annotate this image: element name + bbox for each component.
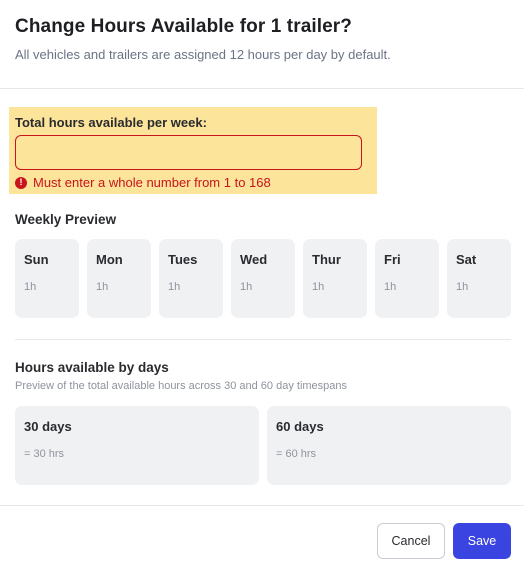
dialog-header: Change Hours Available for 1 trailer? Al… xyxy=(0,0,524,89)
day-hours: 1h xyxy=(96,281,109,293)
day-card-thur: Thur 1h xyxy=(303,239,367,318)
day-hours: 1h xyxy=(24,281,37,293)
timespan-name: 30 days xyxy=(24,419,72,434)
exclamation-circle-icon: ! xyxy=(15,176,27,189)
day-card-mon: Mon 1h xyxy=(87,239,151,318)
cancel-button[interactable]: Cancel xyxy=(377,523,445,559)
day-card-tues: Tues 1h xyxy=(159,239,223,318)
day-name: Thur xyxy=(312,252,341,267)
day-name: Sun xyxy=(24,252,49,267)
dialog-footer: Cancel Save xyxy=(0,505,524,567)
day-hours: 1h xyxy=(312,281,325,293)
day-name: Mon xyxy=(96,252,123,267)
save-button[interactable]: Save xyxy=(453,523,511,559)
day-card-wed: Wed 1h xyxy=(231,239,295,318)
day-card-sat: Sat 1h xyxy=(447,239,511,318)
hours-by-days-title: Hours available by days xyxy=(15,360,169,375)
hours-field-label: Total hours available per week: xyxy=(15,115,207,130)
dialog-subtitle: All vehicles and trailers are assigned 1… xyxy=(15,47,391,62)
day-hours: 1h xyxy=(384,281,397,293)
timespan-card-60: 60 days = 60 hrs xyxy=(267,406,511,485)
error-message: Must enter a whole number from 1 to 168 xyxy=(33,175,271,190)
hours-field-group: Total hours available per week: ! Must e… xyxy=(9,107,377,194)
timespan-card-30: 30 days = 30 hrs xyxy=(15,406,259,485)
day-name: Fri xyxy=(384,252,401,267)
day-card-sun: Sun 1h xyxy=(15,239,79,318)
day-name: Tues xyxy=(168,252,198,267)
day-name: Wed xyxy=(240,252,268,267)
validation-error: ! Must enter a whole number from 1 to 16… xyxy=(15,175,271,190)
timespan-hours: = 60 hrs xyxy=(276,448,317,460)
day-name: Sat xyxy=(456,252,477,267)
day-hours: 1h xyxy=(240,281,253,293)
timespan-hours: = 30 hrs xyxy=(24,448,65,460)
section-divider xyxy=(15,339,511,340)
weekly-preview-days: Sun 1h Mon 1h Tues 1h Wed 1h Thur 1h Fri… xyxy=(15,239,511,318)
day-card-fri: Fri 1h xyxy=(375,239,439,318)
hours-per-week-input[interactable] xyxy=(15,135,362,170)
timespan-cards: 30 days = 30 hrs 60 days = 60 hrs xyxy=(15,406,511,485)
weekly-preview-title: Weekly Preview xyxy=(15,212,117,227)
dialog-title: Change Hours Available for 1 trailer? xyxy=(15,16,352,37)
day-hours: 1h xyxy=(168,281,181,293)
hours-by-days-description: Preview of the total available hours acr… xyxy=(15,380,348,392)
timespan-name: 60 days xyxy=(276,419,324,434)
day-hours: 1h xyxy=(456,281,469,293)
